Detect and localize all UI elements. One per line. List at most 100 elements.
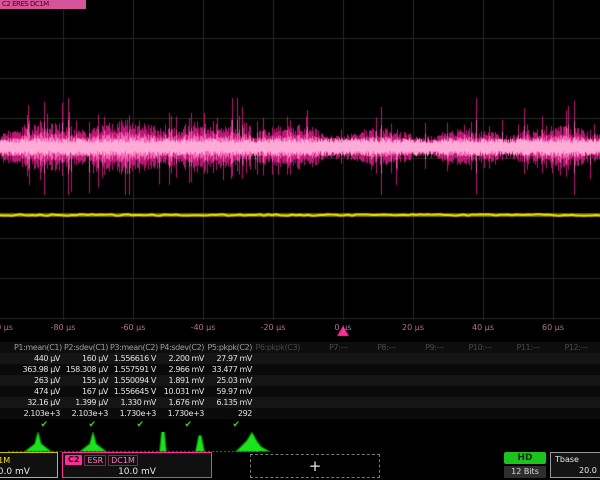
measure-value	[398, 364, 446, 375]
oscilloscope-screen: C2 ERES DC1M -100 µs-80 µs-60 µs-40 µs-2…	[0, 0, 600, 480]
measure-value	[350, 386, 398, 397]
measure-value: 59.97 mV	[206, 386, 254, 397]
measure-value	[350, 364, 398, 375]
measure-value: 1.891 mV	[158, 375, 206, 386]
measure-value	[398, 408, 446, 419]
measure-param-header[interactable]: P2:sdev(C1)	[62, 342, 110, 353]
measure-value: 363.98 µV	[14, 364, 62, 375]
measure-value	[302, 375, 350, 386]
measure-value: 1.557591 V	[110, 364, 158, 375]
measure-value	[446, 375, 494, 386]
measure-value	[0, 408, 14, 419]
measure-value	[350, 353, 398, 364]
c2-eres-label: ESR	[84, 455, 106, 466]
channel-descriptor-c1[interactable]: C1 DC1M 10.0 mV	[0, 452, 58, 478]
measure-value	[590, 397, 600, 408]
timebase-box[interactable]: Tbase 20.0 µs/div	[550, 452, 600, 478]
measure-param-header[interactable]: P9:---	[398, 342, 446, 353]
measure-value	[0, 364, 14, 375]
measure-param-header[interactable]: P5:pkpk(C2)	[206, 342, 254, 353]
measure-param-header[interactable]: P8:---	[350, 342, 398, 353]
add-trace-button[interactable]: +	[250, 454, 380, 478]
measure-status-check	[254, 419, 302, 432]
c1-scale-value: 10.0 mV	[0, 466, 57, 478]
measure-value	[590, 353, 600, 364]
measure-status-check	[542, 419, 590, 432]
measure-param-header	[590, 342, 600, 353]
measure-value	[350, 408, 398, 419]
measure-param-header[interactable]: P12:---	[542, 342, 590, 353]
measure-value	[254, 375, 302, 386]
measure-value	[254, 397, 302, 408]
hd-mode-chip[interactable]: HD 12 Bits	[504, 452, 546, 478]
axis-tick-label: -20 µs	[261, 323, 286, 332]
measure-value	[350, 397, 398, 408]
measure-value	[494, 397, 542, 408]
measure-param-header[interactable]: P1:mean(C1)	[14, 342, 62, 353]
measure-value	[302, 408, 350, 419]
measure-status-check	[350, 419, 398, 432]
measure-param-header[interactable]: P10:---	[446, 342, 494, 353]
c2-coupling-label: DC1M	[108, 455, 138, 466]
measure-value: 1.556616 V	[110, 353, 158, 364]
measure-param-header[interactable]: P7:---	[302, 342, 350, 353]
measure-value	[446, 364, 494, 375]
measure-value	[446, 386, 494, 397]
measure-status-check: ✔	[158, 419, 206, 432]
axis-tick-label: -80 µs	[51, 323, 76, 332]
measure-value	[350, 375, 398, 386]
measure-status-check	[302, 419, 350, 432]
measure-value	[302, 364, 350, 375]
measure-status-check: ✔	[14, 419, 62, 432]
measure-status-check: ✔	[110, 419, 158, 432]
axis-tick-label: -40 µs	[191, 323, 216, 332]
measure-param-header[interactable]: P6:pkpk(C3)	[254, 342, 302, 353]
measure-value: 32.16 µV	[14, 397, 62, 408]
hd-badge: HD	[504, 452, 546, 464]
measure-value	[398, 353, 446, 364]
measure-value	[494, 408, 542, 419]
measure-value: 6.135 mV	[206, 397, 254, 408]
measure-value: 1.730e+3	[158, 408, 206, 419]
measure-param-header[interactable]: P11:---	[494, 342, 542, 353]
measure-status-check	[398, 419, 446, 432]
measure-value: 1.399 µV	[62, 397, 110, 408]
measure-value	[0, 375, 14, 386]
measure-value	[0, 386, 14, 397]
measure-value	[302, 397, 350, 408]
axis-tick-label: -60 µs	[121, 323, 146, 332]
measure-value	[398, 386, 446, 397]
measure-value: 2.103e+3	[14, 408, 62, 419]
measure-value: 1.330 mV	[110, 397, 158, 408]
measure-value	[590, 386, 600, 397]
c2-badge: C2	[65, 455, 82, 465]
c2-scale-value: 10.0 mV	[63, 466, 211, 478]
measure-value	[494, 375, 542, 386]
measure-value	[494, 353, 542, 364]
measure-value	[494, 386, 542, 397]
measure-value	[542, 408, 590, 419]
measure-value: 2.103e+3	[62, 408, 110, 419]
measure-value: 263 µV	[14, 375, 62, 386]
measure-value	[590, 375, 600, 386]
measure-param-header[interactable]: P3:mean(C2)	[110, 342, 158, 353]
measure-value	[542, 364, 590, 375]
measure-value	[254, 386, 302, 397]
measure-status-check	[0, 419, 14, 432]
channel-descriptor-c2[interactable]: C2 ESR DC1M 10.0 mV	[62, 452, 212, 478]
hd-bits-label: 12 Bits	[504, 466, 546, 478]
measure-value: 27.97 mV	[206, 353, 254, 364]
measure-value: 474 µV	[14, 386, 62, 397]
measure-param-header[interactable]: P4:sdev(C2)	[158, 342, 206, 353]
measure-status-check	[590, 419, 600, 432]
measure-value: 440 µV	[14, 353, 62, 364]
axis-tick-label: -100 µs	[0, 323, 13, 332]
timebase-label: Tbase	[551, 453, 600, 465]
measure-value: 158.308 µV	[62, 364, 110, 375]
measure-value	[590, 364, 600, 375]
measure-value: 160 µV	[62, 353, 110, 364]
measure-value	[590, 408, 600, 419]
measure-value	[302, 353, 350, 364]
axis-tick-label: 60 µs	[542, 323, 564, 332]
measure-value: 25.03 mV	[206, 375, 254, 386]
